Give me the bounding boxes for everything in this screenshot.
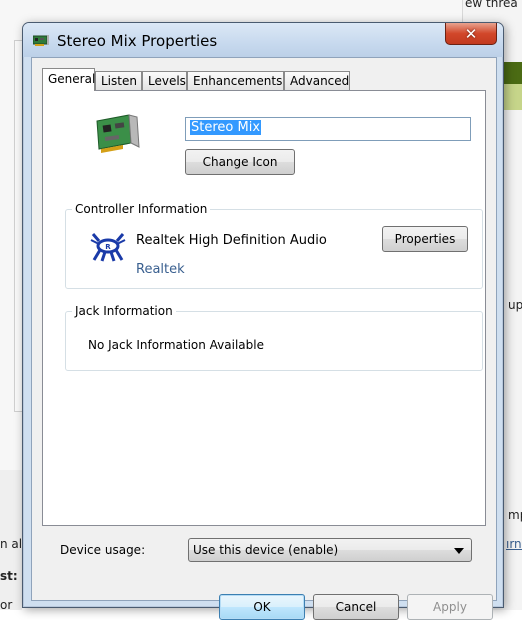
realtek-crab-icon: R	[90, 233, 126, 262]
close-icon: ✕	[464, 24, 478, 43]
dialog-client-area: General Listen Levels Enhancements Advan…	[31, 57, 497, 620]
background-green-bar	[504, 62, 522, 84]
device-usage-dropdown[interactable]: Use this device (enable)	[188, 538, 472, 562]
jack-information-group: Jack Information No Jack Information Ava…	[65, 304, 483, 371]
stereo-mix-properties-dialog: Stereo Mix Properties ✕ General Listen L…	[22, 22, 504, 620]
change-icon-button[interactable]: Change Icon	[185, 149, 295, 175]
title-bar[interactable]: Stereo Mix Properties ✕	[23, 23, 503, 57]
device-name-selection: Stereo Mix	[190, 120, 262, 135]
sound-card-icon	[33, 35, 49, 46]
apply-button[interactable]: Apply	[407, 594, 493, 620]
tab-general[interactable]: General	[42, 68, 95, 91]
svg-text:R: R	[105, 243, 111, 251]
device-usage-selected-value: Use this device (enable)	[193, 543, 339, 557]
controller-name: Realtek High Definition Audio	[136, 233, 327, 248]
tab-enhancements[interactable]: Enhancements	[187, 71, 284, 90]
window-title: Stereo Mix Properties	[57, 32, 218, 50]
controller-vendor-link[interactable]: Realtek	[136, 262, 185, 277]
cancel-button[interactable]: Cancel	[313, 594, 399, 620]
sound-card-icon	[96, 114, 140, 153]
background-text-fragment: mp	[508, 508, 522, 522]
controller-information-group: Controller Information R Realtek High De…	[65, 202, 483, 289]
background-text-fragment[interactable]: ırne	[506, 537, 522, 551]
jack-status-text: No Jack Information Available	[88, 338, 264, 352]
close-button[interactable]: ✕	[445, 23, 497, 45]
tab-listen[interactable]: Listen	[95, 71, 142, 90]
controller-information-label: Controller Information	[72, 202, 211, 216]
jack-information-label: Jack Information	[72, 304, 176, 318]
background-text-fragment: st:	[0, 569, 18, 583]
background-text-fragment: n al	[0, 537, 23, 551]
background-text-fragment: up	[508, 298, 522, 312]
device-usage-label: Device usage:	[60, 543, 146, 557]
device-name-input[interactable]: Stereo Mix	[185, 117, 471, 141]
chevron-down-icon	[454, 548, 464, 554]
tab-levels[interactable]: Levels	[142, 71, 187, 90]
tab-advanced[interactable]: Advanced	[284, 71, 350, 90]
controller-properties-button[interactable]: Properties	[382, 226, 468, 252]
general-tab-panel: Stereo Mix Change Icon Controller Inform…	[42, 90, 486, 526]
ok-button[interactable]: OK	[219, 594, 305, 620]
background-olive-bar	[504, 84, 522, 110]
background-text-fragment: ew threa	[465, 0, 518, 10]
